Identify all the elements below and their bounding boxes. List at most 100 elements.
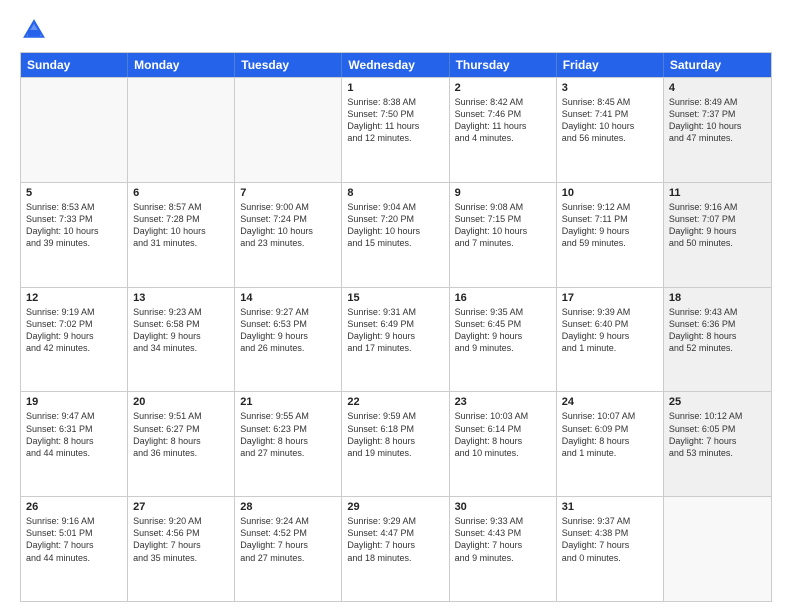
calendar-cell: 14 Sunrise: 9:27 AM Sunset: 6:53 PM Dayli… bbox=[235, 288, 342, 392]
calendar-cell bbox=[235, 78, 342, 182]
calendar-week-1: 1Sunrise: 8:38 AM Sunset: 7:50 PM Daylig… bbox=[21, 77, 771, 182]
day-number: 28 bbox=[240, 501, 336, 513]
cell-info: Sunrise: 9:12 AM Sunset: 7:11 PM Dayligh… bbox=[562, 201, 658, 250]
calendar-cell: 30Sunrise: 9:33 AM Sunset: 4:43 PM Dayli… bbox=[450, 497, 557, 601]
calendar-cell: 1Sunrise: 8:38 AM Sunset: 7:50 PM Daylig… bbox=[342, 78, 449, 182]
calendar-cell: 17 Sunrise: 9:39 AM Sunset: 6:40 PM Dayli… bbox=[557, 288, 664, 392]
calendar-cell: 29 Sunrise: 9:29 AM Sunset: 4:47 PM Dayli… bbox=[342, 497, 449, 601]
day-header-thursday: Thursday bbox=[450, 53, 557, 77]
calendar-week-2: 5 Sunrise: 8:53 AM Sunset: 7:33 PM Daylig… bbox=[21, 182, 771, 287]
cell-info: Sunrise: 9:59 AM Sunset: 6:18 PM Dayligh… bbox=[347, 410, 443, 459]
calendar-cell: 11 Sunrise: 9:16 AM Sunset: 7:07 PM Dayli… bbox=[664, 183, 771, 287]
cell-info: Sunrise: 9:29 AM Sunset: 4:47 PM Dayligh… bbox=[347, 515, 443, 564]
cell-info: Sunrise: 9:43 AM Sunset: 6:36 PM Dayligh… bbox=[669, 306, 766, 355]
cell-info: Sunrise: 8:49 AM Sunset: 7:37 PM Dayligh… bbox=[669, 96, 766, 145]
day-number: 12 bbox=[26, 292, 122, 304]
calendar-cell: 24 Sunrise: 10:07 AM Sunset: 6:09 PM Dayl… bbox=[557, 392, 664, 496]
day-number: 8 bbox=[347, 187, 443, 199]
day-number: 31 bbox=[562, 501, 658, 513]
calendar-cell bbox=[664, 497, 771, 601]
calendar-cell: 22 Sunrise: 9:59 AM Sunset: 6:18 PM Dayli… bbox=[342, 392, 449, 496]
calendar-cell: 20Sunrise: 9:51 AM Sunset: 6:27 PM Dayli… bbox=[128, 392, 235, 496]
calendar-cell: 12 Sunrise: 9:19 AM Sunset: 7:02 PM Dayli… bbox=[21, 288, 128, 392]
calendar-cell: 25 Sunrise: 10:12 AM Sunset: 6:05 PM Dayl… bbox=[664, 392, 771, 496]
calendar-cell: 15Sunrise: 9:31 AM Sunset: 6:49 PM Dayli… bbox=[342, 288, 449, 392]
day-number: 25 bbox=[669, 396, 766, 408]
calendar-cell: 10 Sunrise: 9:12 AM Sunset: 7:11 PM Dayli… bbox=[557, 183, 664, 287]
calendar-cell: 27 Sunrise: 9:20 AM Sunset: 4:56 PM Dayli… bbox=[128, 497, 235, 601]
day-number: 11 bbox=[669, 187, 766, 199]
day-header-friday: Friday bbox=[557, 53, 664, 77]
header bbox=[20, 16, 772, 44]
day-number: 23 bbox=[455, 396, 551, 408]
calendar-cell: 18 Sunrise: 9:43 AM Sunset: 6:36 PM Dayli… bbox=[664, 288, 771, 392]
cell-info: Sunrise: 9:24 AM Sunset: 4:52 PM Dayligh… bbox=[240, 515, 336, 564]
calendar-cell: 21Sunrise: 9:55 AM Sunset: 6:23 PM Dayli… bbox=[235, 392, 342, 496]
cell-info: Sunrise: 8:45 AM Sunset: 7:41 PM Dayligh… bbox=[562, 96, 658, 145]
calendar-cell: 8 Sunrise: 9:04 AM Sunset: 7:20 PM Daylig… bbox=[342, 183, 449, 287]
cell-info: Sunrise: 9:20 AM Sunset: 4:56 PM Dayligh… bbox=[133, 515, 229, 564]
day-number: 17 bbox=[562, 292, 658, 304]
day-number: 16 bbox=[455, 292, 551, 304]
calendar: SundayMondayTuesdayWednesdayThursdayFrid… bbox=[20, 52, 772, 602]
calendar-cell: 4Sunrise: 8:49 AM Sunset: 7:37 PM Daylig… bbox=[664, 78, 771, 182]
calendar-cell bbox=[128, 78, 235, 182]
logo bbox=[20, 16, 52, 44]
day-number: 26 bbox=[26, 501, 122, 513]
calendar-cell: 3 Sunrise: 8:45 AM Sunset: 7:41 PM Daylig… bbox=[557, 78, 664, 182]
calendar-cell bbox=[21, 78, 128, 182]
cell-info: Sunrise: 8:57 AM Sunset: 7:28 PM Dayligh… bbox=[133, 201, 229, 250]
calendar-cell: 23 Sunrise: 10:03 AM Sunset: 6:14 PM Dayl… bbox=[450, 392, 557, 496]
cell-info: Sunrise: 9:16 AM Sunset: 5:01 PM Dayligh… bbox=[26, 515, 122, 564]
calendar-cell: 7Sunrise: 9:00 AM Sunset: 7:24 PM Daylig… bbox=[235, 183, 342, 287]
calendar-cell: 13Sunrise: 9:23 AM Sunset: 6:58 PM Dayli… bbox=[128, 288, 235, 392]
cell-info: Sunrise: 9:55 AM Sunset: 6:23 PM Dayligh… bbox=[240, 410, 336, 459]
cell-info: Sunrise: 9:39 AM Sunset: 6:40 PM Dayligh… bbox=[562, 306, 658, 355]
day-header-tuesday: Tuesday bbox=[235, 53, 342, 77]
day-number: 13 bbox=[133, 292, 229, 304]
day-number: 27 bbox=[133, 501, 229, 513]
day-number: 29 bbox=[347, 501, 443, 513]
day-number: 6 bbox=[133, 187, 229, 199]
day-number: 14 bbox=[240, 292, 336, 304]
day-number: 2 bbox=[455, 82, 551, 94]
day-header-sunday: Sunday bbox=[21, 53, 128, 77]
cell-info: Sunrise: 9:47 AM Sunset: 6:31 PM Dayligh… bbox=[26, 410, 122, 459]
cell-info: Sunrise: 9:08 AM Sunset: 7:15 PM Dayligh… bbox=[455, 201, 551, 250]
day-header-saturday: Saturday bbox=[664, 53, 771, 77]
cell-info: Sunrise: 9:27 AM Sunset: 6:53 PM Dayligh… bbox=[240, 306, 336, 355]
cell-info: Sunrise: 9:35 AM Sunset: 6:45 PM Dayligh… bbox=[455, 306, 551, 355]
calendar-cell: 16 Sunrise: 9:35 AM Sunset: 6:45 PM Dayli… bbox=[450, 288, 557, 392]
day-header-wednesday: Wednesday bbox=[342, 53, 449, 77]
calendar-cell: 31 Sunrise: 9:37 AM Sunset: 4:38 PM Dayli… bbox=[557, 497, 664, 601]
cell-info: Sunrise: 8:53 AM Sunset: 7:33 PM Dayligh… bbox=[26, 201, 122, 250]
calendar-cell: 5 Sunrise: 8:53 AM Sunset: 7:33 PM Daylig… bbox=[21, 183, 128, 287]
calendar-cell: 28 Sunrise: 9:24 AM Sunset: 4:52 PM Dayli… bbox=[235, 497, 342, 601]
logo-icon bbox=[20, 16, 48, 44]
day-number: 24 bbox=[562, 396, 658, 408]
page: SundayMondayTuesdayWednesdayThursdayFrid… bbox=[0, 0, 792, 612]
day-number: 22 bbox=[347, 396, 443, 408]
calendar-cell: 6 Sunrise: 8:57 AM Sunset: 7:28 PM Daylig… bbox=[128, 183, 235, 287]
day-number: 10 bbox=[562, 187, 658, 199]
day-header-monday: Monday bbox=[128, 53, 235, 77]
cell-info: Sunrise: 9:19 AM Sunset: 7:02 PM Dayligh… bbox=[26, 306, 122, 355]
day-number: 5 bbox=[26, 187, 122, 199]
cell-info: Sunrise: 9:31 AM Sunset: 6:49 PM Dayligh… bbox=[347, 306, 443, 355]
cell-info: Sunrise: 9:16 AM Sunset: 7:07 PM Dayligh… bbox=[669, 201, 766, 250]
day-number: 18 bbox=[669, 292, 766, 304]
cell-info: Sunrise: 8:42 AM Sunset: 7:46 PM Dayligh… bbox=[455, 96, 551, 145]
calendar-week-4: 19Sunrise: 9:47 AM Sunset: 6:31 PM Dayli… bbox=[21, 391, 771, 496]
day-number: 3 bbox=[562, 82, 658, 94]
cell-info: Sunrise: 10:12 AM Sunset: 6:05 PM Daylig… bbox=[669, 410, 766, 459]
calendar-body: 1Sunrise: 8:38 AM Sunset: 7:50 PM Daylig… bbox=[21, 77, 771, 601]
calendar-header: SundayMondayTuesdayWednesdayThursdayFrid… bbox=[21, 53, 771, 77]
cell-info: Sunrise: 10:07 AM Sunset: 6:09 PM Daylig… bbox=[562, 410, 658, 459]
calendar-cell: 19Sunrise: 9:47 AM Sunset: 6:31 PM Dayli… bbox=[21, 392, 128, 496]
cell-info: Sunrise: 9:04 AM Sunset: 7:20 PM Dayligh… bbox=[347, 201, 443, 250]
calendar-cell: 26 Sunrise: 9:16 AM Sunset: 5:01 PM Dayli… bbox=[21, 497, 128, 601]
cell-info: Sunrise: 9:37 AM Sunset: 4:38 PM Dayligh… bbox=[562, 515, 658, 564]
day-number: 7 bbox=[240, 187, 336, 199]
cell-info: Sunrise: 10:03 AM Sunset: 6:14 PM Daylig… bbox=[455, 410, 551, 459]
day-number: 20 bbox=[133, 396, 229, 408]
